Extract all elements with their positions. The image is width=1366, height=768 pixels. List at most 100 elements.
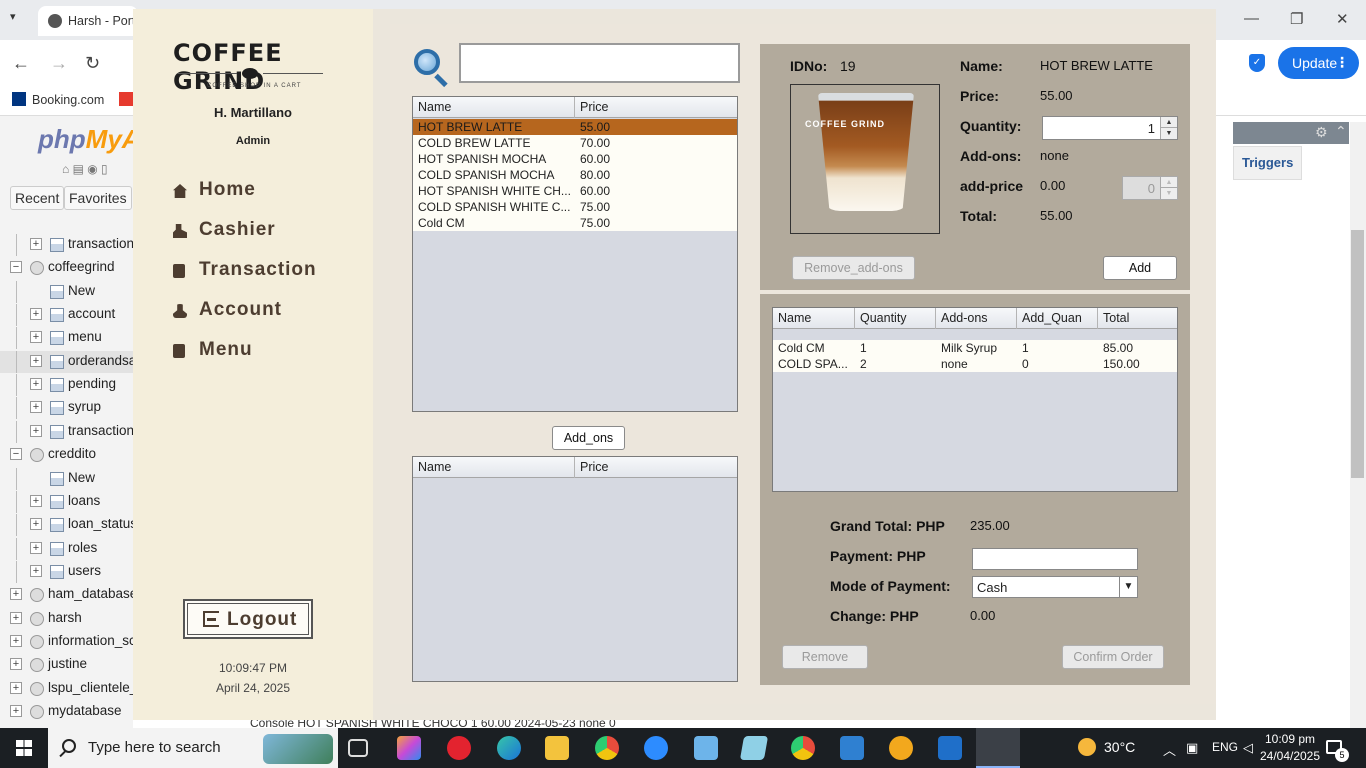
page-scrollbar-thumb[interactable] (1351, 230, 1364, 478)
add-price-spinner[interactable]: 0 ▲ ▼ (1122, 176, 1178, 200)
pma-home-icons[interactable]: ⌂ ▤ ◉ ▯ (62, 162, 108, 176)
app-icon[interactable] (694, 736, 718, 760)
collapse-icon[interactable]: − (10, 261, 22, 274)
tree-item[interactable]: New (0, 280, 133, 303)
remove-button[interactable]: Remove (782, 645, 868, 669)
network-icon[interactable]: ▣ (1186, 740, 1198, 756)
column-header-price[interactable]: Price (575, 457, 737, 478)
table-row[interactable]: COLD SPA... 2 none 0 150.00 (773, 356, 1177, 372)
addons-table[interactable]: Name Price (412, 456, 738, 682)
update-button[interactable]: Update ⋮ (1278, 47, 1359, 79)
tree-item[interactable]: + harsh (0, 608, 133, 630)
spinner-down-icon[interactable]: ▼ (1161, 188, 1177, 199)
payment-input[interactable] (972, 548, 1138, 570)
column-header-total[interactable]: Total (1098, 308, 1177, 329)
tree-item[interactable]: + pending (0, 374, 133, 397)
shield-icon[interactable]: ✓ (1249, 54, 1265, 72)
tree-item[interactable]: + lspu_clientele_ (0, 678, 133, 700)
confirm-order-button[interactable]: Confirm Order (1062, 645, 1164, 669)
table-row[interactable]: HOT SPANISH WHITE CH... 60.00 (413, 183, 737, 199)
pma-recent-button[interactable]: Recent (10, 186, 65, 210)
expand-icon[interactable]: + (30, 331, 42, 344)
expand-icon[interactable]: + (10, 611, 22, 624)
order-table[interactable]: Name Quantity Add-ons Add_Quan Total Col… (772, 307, 1178, 492)
expand-icon[interactable]: + (30, 238, 42, 250)
back-arrow-icon[interactable]: ← (12, 53, 30, 74)
expand-icon[interactable]: + (10, 588, 22, 601)
more-options-icon[interactable]: ⋮ (1335, 54, 1349, 71)
taskbar-search-box[interactable]: Type here to search (48, 728, 338, 768)
spinner-up-icon[interactable]: ▲ (1161, 177, 1177, 188)
gear-icon[interactable]: ⚙ (1315, 124, 1328, 141)
table-row[interactable]: COLD BREW LATTE 70.00 (413, 135, 737, 151)
expand-icon[interactable]: + (10, 658, 22, 671)
pma-favorites-button[interactable]: Favorites (64, 186, 132, 210)
table-row[interactable]: COLD SPANISH MOCHA 80.00 (413, 167, 737, 183)
table-row[interactable]: HOT SPANISH MOCHA 60.00 (413, 151, 737, 167)
vscode-icon[interactable] (840, 736, 864, 760)
spinner-up-icon[interactable]: ▲ (1161, 117, 1177, 128)
task-view-icon[interactable] (348, 739, 368, 757)
file-explorer-icon[interactable] (545, 736, 569, 760)
tree-item[interactable]: + users (0, 560, 133, 583)
edge-icon[interactable] (497, 736, 521, 760)
zoom-icon[interactable] (644, 736, 668, 760)
minimize-icon[interactable]: — (1244, 10, 1259, 27)
table-row[interactable]: Cold CM 1 Milk Syrup 1 85.00 (773, 340, 1177, 356)
tree-item[interactable]: + justine (0, 654, 133, 676)
weather-widget[interactable]: 30°C (1078, 738, 1135, 756)
chevron-down-icon[interactable]: ▼ (1119, 577, 1137, 597)
spinner-down-icon[interactable]: ▼ (1161, 128, 1177, 139)
expand-icon[interactable]: + (30, 541, 42, 554)
tree-item[interactable]: + ham_database (0, 584, 133, 606)
column-header-name[interactable]: Name (413, 97, 575, 118)
column-header-add-quan[interactable]: Add_Quan (1017, 308, 1098, 329)
expand-icon[interactable]: + (30, 518, 42, 531)
restore-icon[interactable]: ❐ (1290, 10, 1303, 28)
tree-item[interactable]: New (0, 467, 133, 490)
tree-item[interactable]: + syrup (0, 397, 133, 420)
mode-of-payment-select[interactable]: Cash ▼ (972, 576, 1138, 598)
expand-icon[interactable]: + (10, 705, 22, 717)
tree-item[interactable]: + loans (0, 490, 133, 513)
table-row[interactable]: HOT BREW LATTE 55.00 (413, 119, 737, 135)
expand-icon[interactable]: + (10, 634, 22, 647)
reload-icon[interactable]: ↻ (85, 53, 100, 74)
tree-item[interactable]: + menu (0, 327, 133, 350)
table-row[interactable]: COLD SPANISH WHITE C... 75.00 (413, 199, 737, 215)
taskbar-date[interactable]: 24/04/2025 (1254, 749, 1326, 763)
search-input[interactable] (459, 43, 740, 83)
table-row[interactable]: Cold CM 75.00 (413, 215, 737, 231)
app-icon[interactable] (739, 736, 769, 760)
tree-item[interactable]: + transaction (0, 420, 133, 443)
tree-item[interactable]: + account (0, 304, 133, 327)
chrome-icon[interactable] (595, 736, 619, 760)
language-indicator[interactable]: ENG (1212, 740, 1238, 754)
expand-icon[interactable]: + (30, 308, 42, 321)
tab-list-chevron-icon[interactable]: ▾ (10, 10, 16, 23)
close-icon[interactable]: ✕ (1336, 10, 1349, 28)
column-header-price[interactable]: Price (575, 97, 737, 118)
tree-item[interactable]: + roles (0, 537, 133, 560)
add-ons-button[interactable]: Add_ons (552, 426, 625, 450)
chrome-profile-icon[interactable] (791, 736, 815, 760)
tree-item[interactable]: − coffeegrind (0, 257, 133, 279)
expand-icon[interactable]: + (30, 378, 42, 391)
logout-button[interactable]: Logout (183, 599, 313, 639)
add-button[interactable]: Add (1103, 256, 1177, 280)
tree-item[interactable]: + information_sc (0, 631, 133, 653)
column-header-name[interactable]: Name (413, 457, 575, 478)
tree-item[interactable]: + loan_status (0, 514, 133, 537)
column-header-addons[interactable]: Add-ons (936, 308, 1017, 329)
expand-icon[interactable]: + (30, 494, 42, 507)
app-icon[interactable] (889, 736, 913, 760)
app-icon[interactable] (938, 736, 962, 760)
expand-icon[interactable]: + (30, 424, 42, 437)
column-header-quantity[interactable]: Quantity (855, 308, 936, 329)
tree-item[interactable]: − creddito (0, 444, 133, 466)
collapse-icon[interactable]: ⌃ (1335, 123, 1347, 140)
quantity-spinner[interactable]: 1 ▲ ▼ (1042, 116, 1178, 140)
opera-icon[interactable] (447, 736, 471, 760)
collapse-icon[interactable]: − (10, 448, 22, 461)
volume-icon[interactable]: ◁ (1243, 740, 1253, 756)
